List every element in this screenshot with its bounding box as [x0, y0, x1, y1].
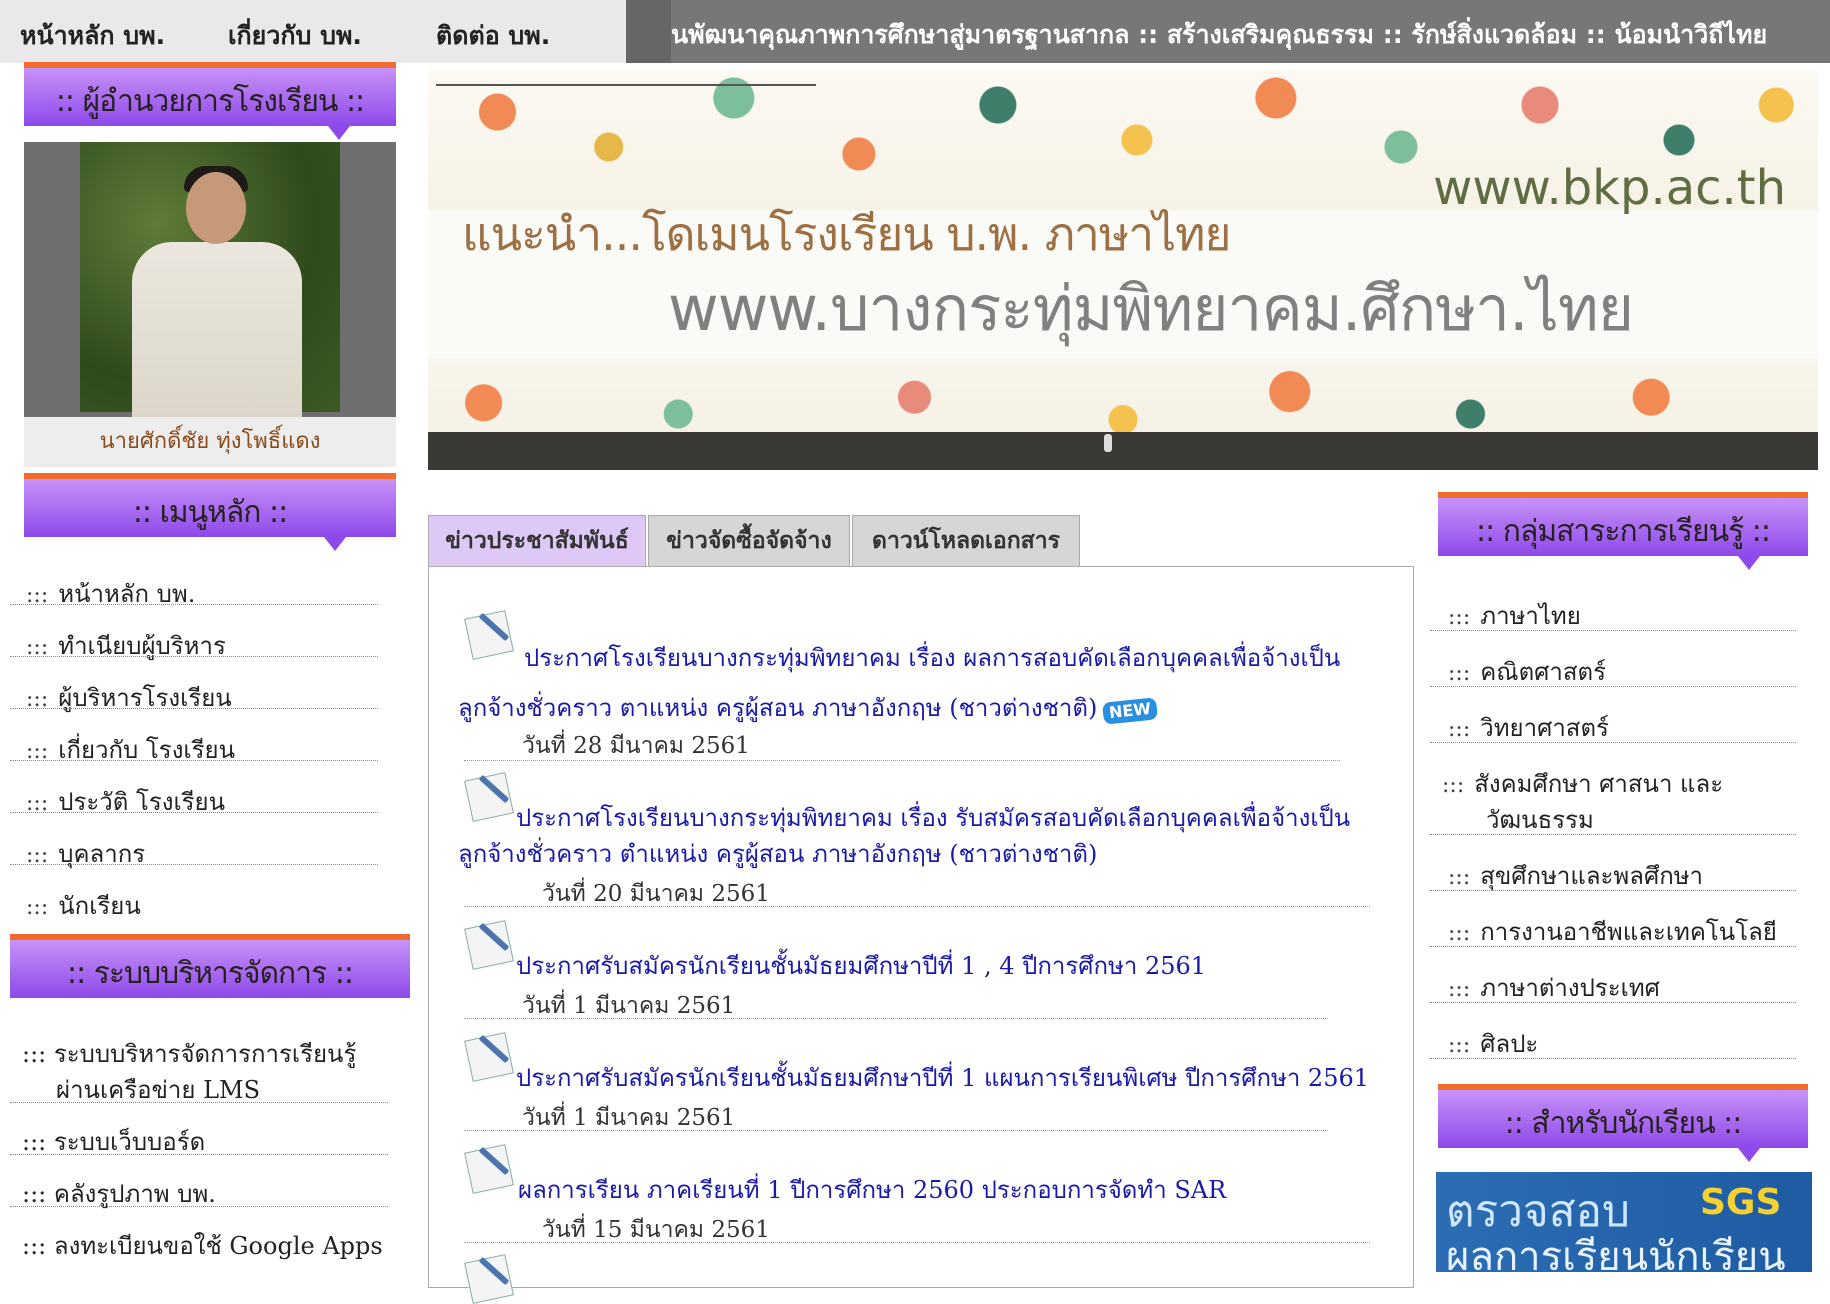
admin-menu-item-lms[interactable]: ::: ระบบบริหารจัดการการเรียนรู้ — [22, 1034, 356, 1073]
subject-item-social[interactable]: ::: สังคมศึกษา ศาสนา และ — [1442, 764, 1723, 803]
admin-menu-header: :: ระบบบริหารจัดการ :: — [10, 934, 410, 1014]
top-navigation-bar: หน้าหลัก บพ. เกี่ยวกับ บพ. ติดต่อ บพ. นพ… — [0, 0, 1830, 63]
slider-indicator[interactable] — [1104, 434, 1112, 452]
main-menu-header: :: เมนูหลัก :: — [24, 473, 396, 553]
news-icon — [462, 608, 514, 660]
main-menu-item-administrators[interactable]: ::: ผู้บริหารโรงเรียน — [26, 678, 232, 717]
news-icon — [462, 918, 514, 970]
marquee-text: นพัฒนาคุณภาพการศึกษาสู่มาตรฐานสากล :: สร… — [671, 20, 1768, 49]
news-item-5-title[interactable]: ผลการเรียน ภาคเรียนที่ 1 ปีการศึกษา 2560… — [518, 1172, 1226, 1208]
nav-contact-link[interactable]: ติดต่อ บพ. — [436, 16, 550, 56]
director-photo: นายศักดิ์ชัย ทุ่งโพธิ์แดง — [24, 142, 396, 467]
new-badge-icon: NEW — [1102, 697, 1159, 725]
tab-downloads[interactable]: ดาวน์โหลดเอกสาร — [852, 515, 1080, 566]
admin-menu-item-lms-line2[interactable]: ผ่านเครือข่าย LMS — [56, 1070, 260, 1109]
admin-menu-item-google-apps[interactable]: ::: ลงทะเบียนขอใช้ Google Apps — [22, 1226, 383, 1265]
students-header: :: สำหรับนักเรียน :: — [1438, 1084, 1808, 1164]
slider-bar — [428, 432, 1818, 470]
director-header: :: ผู้อำนวยการโรงเรียน :: — [24, 62, 396, 142]
main-menu-item-home[interactable]: ::: หน้าหลัก บพ. — [26, 574, 195, 613]
news-icon — [462, 1030, 514, 1082]
news-item-1-title[interactable]: ประกาศโรงเรียนบางกระทุ่มพิทยาคม เรื่อง ผ… — [524, 640, 1340, 676]
news-item-2-title-line2[interactable]: ลูกจ้างชั่วคราว ตำแหน่ง ครูผู้สอน ภาษาอั… — [458, 836, 1097, 872]
news-item-1-title-line2[interactable]: ลูกจ้างชั่วคราว ตาแหน่ง ครูผู้สอน ภาษาอั… — [458, 690, 1159, 726]
subjects-header: :: กลุ่มสาระการเรียนรู้ :: — [1438, 492, 1808, 572]
sgs-grade-check-banner[interactable]: ตรวจสอบ SGS ผลการเรียนนักเรียน — [1436, 1172, 1812, 1272]
news-item-4-title[interactable]: ประกาศรับสมัครนักเรียนชั้นมัธยมศึกษาปีที… — [516, 1060, 1369, 1096]
main-menu-item-personnel[interactable]: ::: บุคลากร — [26, 834, 145, 873]
nav-home-link[interactable]: หน้าหลัก บพ. — [20, 16, 165, 56]
news-item-3-title[interactable]: ประกาศรับสมัครนักเรียนชั้นมัธยมศึกษาปีที… — [516, 948, 1206, 984]
admin-menu-item-photo-gallery[interactable]: ::: คลังรูปภาพ บพ. — [22, 1174, 216, 1213]
tab-public-relations[interactable]: ข่าวประชาสัมพันธ์ — [428, 515, 646, 566]
admin-menu-heading: :: ระบบบริหารจัดการ :: — [67, 956, 354, 991]
subjects-heading: :: กลุ่มสาระการเรียนรู้ :: — [1476, 514, 1771, 549]
news-icon — [462, 770, 514, 822]
students-heading: :: สำหรับนักเรียน :: — [1504, 1106, 1743, 1141]
news-icon — [462, 1142, 514, 1194]
director-name-caption: นายศักดิ์ชัย ทุ่งโพธิ์แดง — [24, 417, 396, 467]
sgs-logo-text: SGS — [1700, 1182, 1782, 1223]
domain-banner: www.bkp.ac.th แนะนำ...โดเมนโรงเรียน บ.พ.… — [428, 70, 1818, 470]
nav-about-link[interactable]: เกี่ยวกับ บพ. — [228, 16, 362, 56]
news-icon — [462, 1252, 514, 1304]
main-menu-heading: :: เมนูหลัก :: — [132, 495, 288, 530]
main-menu-item-history[interactable]: ::: ประวัติ โรงเรียน — [26, 782, 225, 821]
main-menu-item-executive-directory[interactable]: ::: ทำเนียบผู้บริหาร — [26, 626, 226, 665]
news-item-1-date: วันที่ 28 มีนาคม 2561 — [522, 733, 750, 759]
sgs-banner-line2: ผลการเรียนนักเรียน — [1446, 1234, 1786, 1272]
news-item-2-title[interactable]: ประกาศโรงเรียนบางกระทุ่มพิทยาคม เรื่อง ร… — [516, 800, 1350, 836]
marquee-banner: นพัฒนาคุณภาพการศึกษาสู่มาตรฐานสากล :: สร… — [626, 0, 1830, 63]
admin-menu-item-webboard[interactable]: ::: ระบบเว็บบอร์ด — [22, 1122, 205, 1161]
main-menu-item-about-school[interactable]: ::: เกี่ยวกับ โรงเรียน — [26, 730, 235, 769]
banner-domain-th: www.บางกระทุ่มพิทยาคม.ศึกษา.ไทย — [668, 272, 1634, 345]
director-heading: :: ผู้อำนวยการโรงเรียน :: — [55, 84, 365, 119]
tab-procurement[interactable]: ข่าวจัดซื้อจัดจ้าง — [648, 515, 850, 566]
banner-domain-en: www.bkp.ac.th — [1433, 160, 1786, 216]
main-menu-item-students[interactable]: ::: นักเรียน — [26, 886, 141, 925]
